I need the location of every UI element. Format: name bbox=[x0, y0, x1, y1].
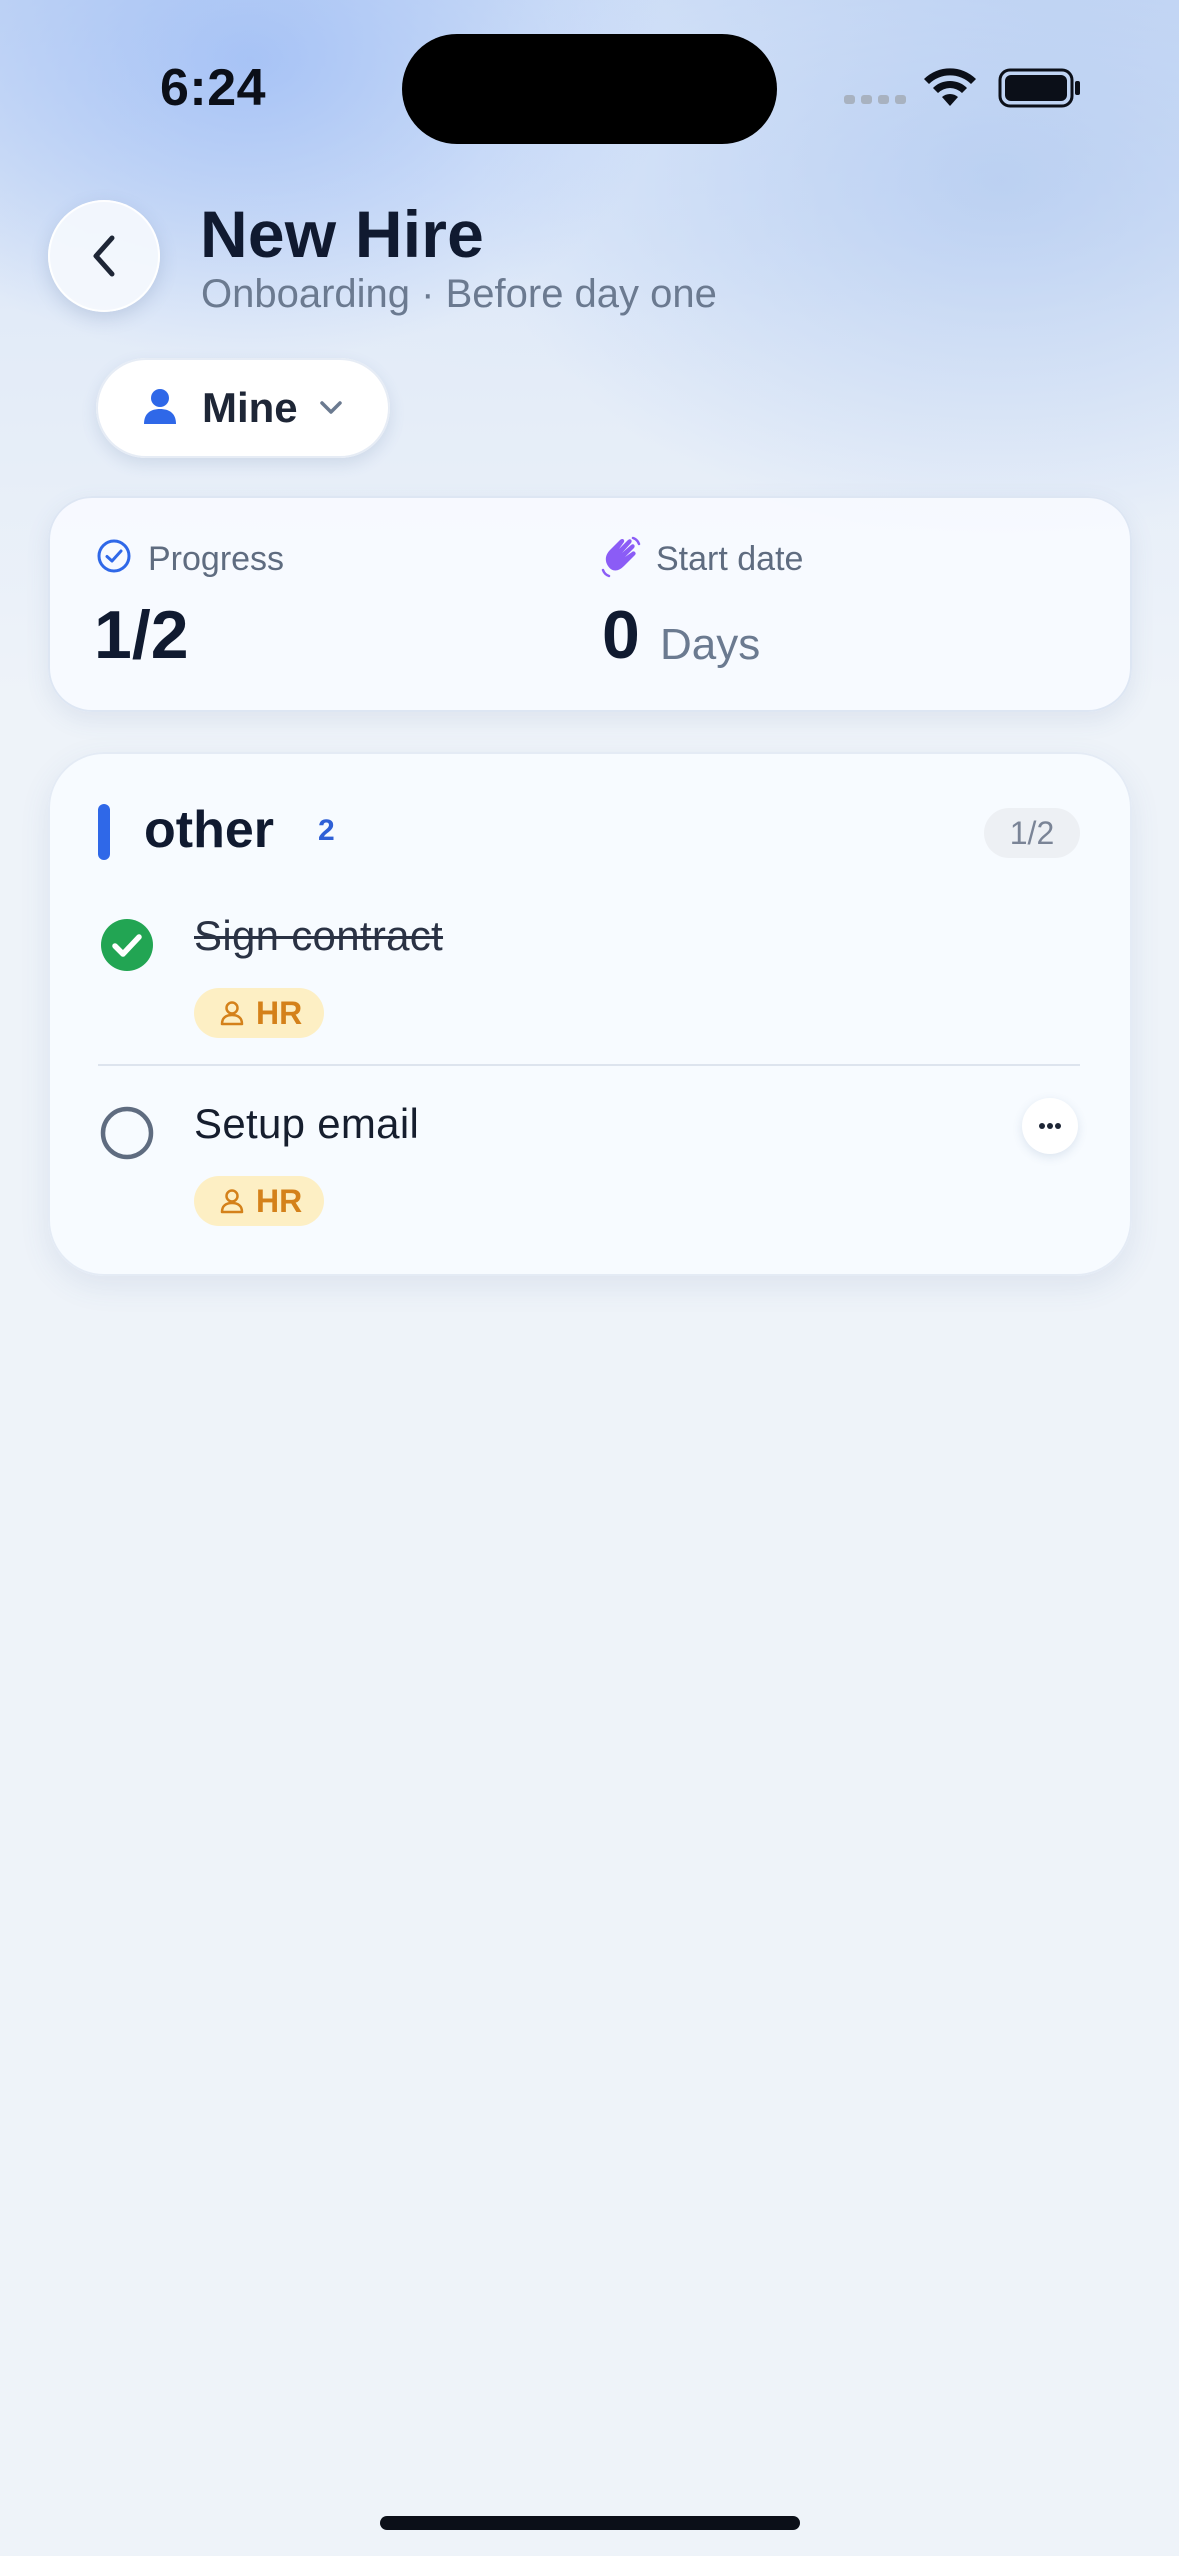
unchecked-circle-icon[interactable] bbox=[100, 1106, 154, 1160]
waving-hand-icon bbox=[601, 536, 641, 578]
task-title: Setup email bbox=[194, 1100, 420, 1147]
start-date-value: 0 bbox=[602, 597, 640, 673]
cellular-signal-icon bbox=[844, 95, 906, 104]
group-progress-badge: 1/2 bbox=[984, 808, 1080, 858]
wifi-icon bbox=[924, 68, 976, 106]
dynamic-island bbox=[402, 34, 777, 144]
tag-label: HR bbox=[256, 994, 303, 1031]
group-count: 2 bbox=[318, 814, 335, 847]
task-title: Sign contract bbox=[194, 912, 444, 959]
person-outline-icon bbox=[220, 1001, 244, 1026]
tag-badge: HR bbox=[194, 1176, 325, 1226]
home-indicator[interactable] bbox=[380, 2516, 800, 2530]
tag-badge: HR bbox=[194, 988, 325, 1038]
progress-label: Progress bbox=[148, 540, 285, 578]
status-bar: 6:24 bbox=[0, 0, 1179, 175]
start-date-unit: Days bbox=[660, 620, 761, 669]
ellipsis-icon bbox=[1039, 1123, 1061, 1129]
more-options-button[interactable] bbox=[1022, 1098, 1078, 1154]
chevron-down-icon bbox=[320, 401, 342, 414]
task-group-card: other 2 1/2 Sign contract HR Setup email bbox=[48, 752, 1132, 1276]
person-icon bbox=[144, 389, 176, 424]
start-date-label: Start date bbox=[656, 540, 804, 578]
checked-circle-icon[interactable] bbox=[100, 918, 154, 972]
page-title: New Hire bbox=[200, 197, 485, 271]
check-circle-icon bbox=[97, 539, 131, 573]
person-outline-icon bbox=[220, 1189, 244, 1214]
chevron-left-icon bbox=[93, 235, 115, 277]
back-button[interactable] bbox=[48, 200, 160, 312]
tag-label: HR bbox=[256, 1182, 303, 1219]
filter-label: Mine bbox=[202, 384, 298, 431]
progress-value: 1/2 bbox=[94, 597, 189, 673]
page-subtitle: Onboarding · Before day one bbox=[201, 272, 717, 316]
stats-card: Progress 1/2 Start date 0 Days bbox=[48, 496, 1132, 712]
group-accent-bar bbox=[98, 804, 110, 860]
assignee-filter-dropdown[interactable]: Mine bbox=[96, 358, 390, 458]
group-title: other bbox=[144, 801, 274, 859]
battery-icon bbox=[998, 68, 1080, 108]
status-time: 6:24 bbox=[160, 59, 267, 117]
divider bbox=[98, 1064, 1080, 1066]
